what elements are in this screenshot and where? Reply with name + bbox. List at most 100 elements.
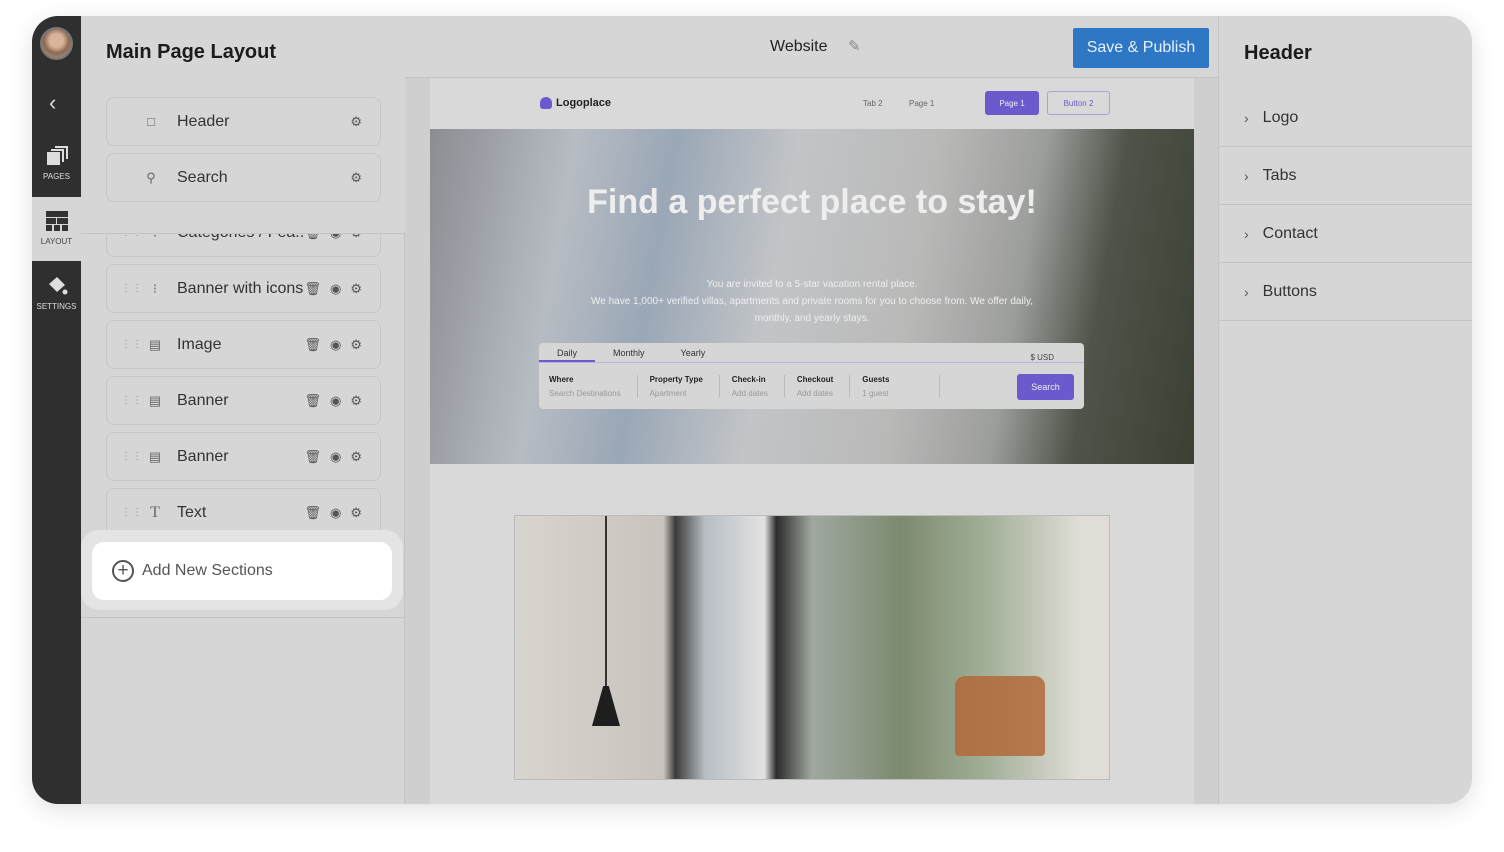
drag-handle-icon[interactable]: ⋮⋮ [121, 395, 142, 405]
site-logo[interactable]: Logoplace [540, 97, 611, 109]
accordion-label: Contact [1262, 224, 1318, 242]
text-icon: T [150, 503, 160, 521]
hero-banner: Find a perfect place to stay! You are in… [430, 129, 1194, 464]
avatar[interactable] [40, 27, 73, 60]
eye-icon[interactable]: ◉ [330, 505, 341, 521]
chair-image [955, 676, 1045, 756]
drag-handle-icon[interactable]: ⋮⋮ [121, 283, 142, 293]
banner-icon: ▤ [148, 392, 162, 408]
icon-rail: ‹ PAGES LAYOUT SETTINGS [32, 16, 81, 804]
search-tab-monthly[interactable]: Monthly [595, 343, 663, 362]
trash-icon[interactable]: 🗑 [304, 449, 321, 465]
site-title: Website [770, 38, 828, 55]
section-row[interactable]: ⋮⋮ ⁝ Banner with icons 🗑 ◉ ⚙ [106, 264, 381, 313]
pencil-icon[interactable]: ✎ [848, 37, 861, 55]
fixed-row-search[interactable]: ⚲ Search ⚙ [106, 153, 381, 202]
chevron-right-icon: › [1244, 225, 1249, 242]
gear-icon[interactable]: ⚙ [350, 449, 362, 465]
trash-icon[interactable]: 🗑 [304, 393, 321, 409]
eye-icon[interactable]: ◉ [330, 449, 341, 465]
eye-icon[interactable]: ◉ [330, 281, 341, 297]
site-search-button[interactable]: Search [1017, 374, 1074, 400]
search-tab-yearly[interactable]: Yearly [663, 343, 724, 362]
accordion-buttons[interactable]: › Buttons [1219, 263, 1472, 321]
drag-handle-icon[interactable]: ⋮⋮ [121, 339, 142, 349]
hero-text: You are invited to a 5-star vacation ren… [580, 276, 1044, 327]
banner-icon: ▤ [148, 448, 162, 464]
logo-text: Logoplace [556, 97, 612, 109]
section-label: Banner with icons [177, 279, 304, 297]
site-secondary-button[interactable]: Button 2 [1047, 91, 1110, 115]
hero-line: We have 1,000+ verified villas, apartmen… [591, 296, 1033, 324]
field-value: Search Destinations [549, 389, 621, 398]
rail-item-settings[interactable]: SETTINGS [32, 262, 81, 326]
search-tab-daily[interactable]: Daily [539, 343, 596, 362]
rail-item-pages[interactable]: PAGES [32, 132, 81, 196]
trash-icon[interactable]: 🗑 [304, 337, 321, 353]
back-chevron-icon[interactable]: ‹ [49, 90, 56, 116]
accordion-logo[interactable]: › Logo [1219, 89, 1472, 147]
interior-image [514, 515, 1110, 780]
save-publish-button[interactable]: Save & Publish [1073, 28, 1209, 68]
gear-icon[interactable]: ⚙ [350, 393, 362, 409]
gear-icon[interactable]: ⚙ [350, 505, 362, 521]
hero-title: Find a perfect place to stay! [587, 183, 1037, 221]
accordion-label: Logo [1262, 108, 1299, 126]
add-new-sections-button[interactable]: + Add New Sections [92, 542, 392, 600]
gear-icon[interactable]: ⚙ [350, 281, 362, 297]
layout-panel: ⋮⋮⁝Banner with icons🗑◉⚙ ⋮⋮⁝Categories / … [81, 16, 405, 804]
trash-icon[interactable]: 🗑 [304, 505, 321, 521]
search-icon: ⚲ [146, 169, 156, 185]
section-label: Image [177, 335, 222, 353]
search-widget: Daily Monthly Yearly $ USD Where Search D… [539, 343, 1084, 409]
rail-label: SETTINGS [36, 302, 77, 311]
trash-icon[interactable]: 🗑 [304, 281, 321, 297]
eye-icon[interactable]: ◉ [330, 393, 341, 409]
layout-icon [45, 211, 68, 231]
grid-icon: ⁝ [152, 280, 158, 296]
currency-select[interactable]: $ USD [1012, 348, 1072, 362]
paint-bucket-icon [48, 277, 67, 295]
section-row[interactable]: ⋮⋮ ▤ Image 🗑 ◉ ⚙ [106, 320, 381, 369]
section-row[interactable]: ⋮⋮ ▤ Banner 🗑 ◉ ⚙ [106, 376, 381, 425]
plus-circle-icon: + [112, 560, 134, 582]
field-value: Add dates [731, 389, 768, 398]
drag-handle-icon[interactable]: ⋮⋮ [121, 451, 142, 461]
accordion-contact[interactable]: › Contact [1219, 205, 1472, 263]
chevron-right-icon: › [1244, 283, 1249, 300]
gear-icon[interactable]: ⚙ [350, 337, 362, 353]
section-row[interactable]: ⋮⋮ ▤ Banner 🗑 ◉ ⚙ [106, 432, 381, 481]
chevron-right-icon: › [1244, 109, 1249, 126]
section-label: Header [177, 112, 230, 130]
website-preview: Logoplace Tab 2 Page 1 Page 1 Button 2 F… [430, 78, 1194, 804]
properties-panel: Header › Logo › Tabs › Contact › Buttons [1218, 16, 1472, 804]
field-value: 1 guest [862, 389, 889, 398]
field-value: Add dates [796, 389, 833, 398]
site-primary-button[interactable]: Page 1 [985, 91, 1039, 115]
editor-canvas: Website ✎ Save & Publish Logoplace Tab 2… [405, 16, 1218, 804]
guests-field[interactable]: Guests 1 guest [862, 375, 941, 398]
checkin-field[interactable]: Check-in Add dates [732, 375, 785, 398]
eye-icon[interactable]: ◉ [330, 337, 341, 353]
add-label: Add New Sections [142, 562, 273, 579]
site-tab[interactable]: Tab 2 [863, 99, 883, 108]
add-section-highlight: + Add New Sections [81, 530, 403, 610]
checkout-field[interactable]: Checkout Add dates [796, 375, 851, 398]
accordion-tabs[interactable]: › Tabs [1219, 147, 1472, 205]
lamp-image [592, 516, 620, 726]
fixed-row-header[interactable]: □ Header ⚙ [106, 97, 381, 146]
rail-item-layout[interactable]: LAYOUT [32, 197, 81, 261]
section-label: Search [177, 168, 228, 186]
gear-icon[interactable]: ⚙ [350, 170, 362, 186]
section-label: Banner [177, 391, 229, 409]
accordion-label: Buttons [1262, 282, 1317, 300]
where-field[interactable]: Where Search Destinations [549, 375, 638, 398]
accordion-label: Tabs [1262, 166, 1297, 184]
site-nav: Logoplace Tab 2 Page 1 Page 1 Button 2 [430, 78, 1194, 129]
drag-handle-icon[interactable]: ⋮⋮ [121, 507, 142, 517]
gear-icon[interactable]: ⚙ [350, 114, 362, 130]
panel-title: Header [1244, 42, 1312, 64]
property-type-field[interactable]: Property Type Apartment [650, 375, 720, 398]
site-tab[interactable]: Page 1 [909, 99, 934, 108]
field-label: Where [549, 375, 574, 384]
